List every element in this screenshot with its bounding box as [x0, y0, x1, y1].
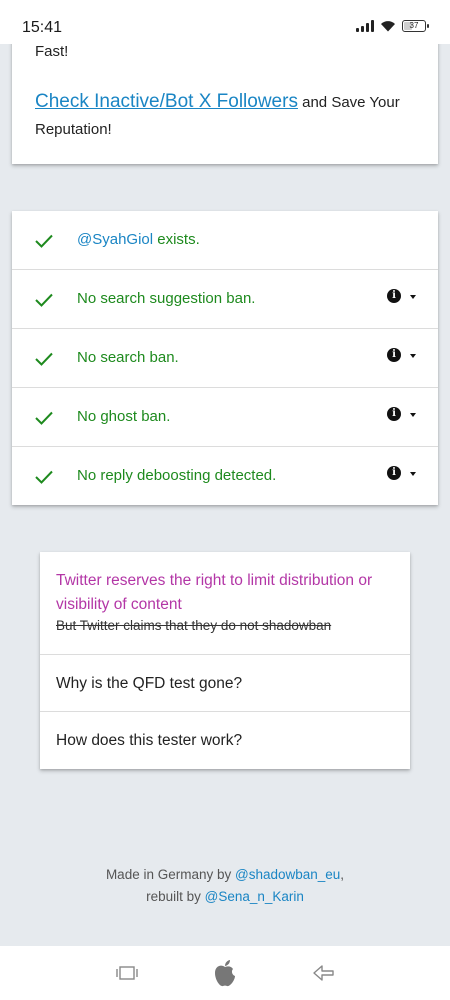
result-exists-suffix: exists. — [153, 231, 200, 248]
check-icon — [35, 293, 53, 307]
recents-icon — [116, 966, 138, 980]
status-icons: 37 — [356, 20, 429, 32]
caret-down-icon[interactable] — [410, 295, 416, 299]
home-apple-icon — [215, 960, 235, 987]
check-icon — [35, 411, 53, 425]
back-icon — [313, 965, 334, 981]
info-icon[interactable]: i — [387, 407, 401, 421]
caret-down-icon[interactable] — [410, 354, 416, 358]
footer-made-line: Made in Germany by @shadowban_eu, — [0, 864, 450, 886]
sena-link[interactable]: @Sena_n_Karin — [205, 889, 304, 904]
shadowban-eu-link[interactable]: @shadowban_eu — [235, 867, 340, 882]
home-button[interactable] — [208, 958, 242, 988]
result-row-reply-deboosting[interactable]: No reply deboosting detected. i — [12, 447, 438, 506]
status-time: 15:41 — [22, 19, 63, 36]
result-row-exists: @SyahGiol exists. — [12, 211, 438, 270]
info-icon[interactable]: i — [387, 289, 401, 303]
result-row-search[interactable]: No search ban. i — [12, 329, 438, 388]
footer-made-prefix: Made in Germany by — [105, 867, 235, 882]
footer: Made in Germany by @shadowban_eu, rebuil… — [0, 864, 450, 908]
result-row-ghost[interactable]: No ghost ban. i — [12, 388, 438, 447]
status-bar: 15:41 37 — [0, 0, 450, 44]
results-card: @SyahGiol exists. No search suggestion b… — [12, 211, 438, 505]
faq-strike-text: But Twitter claims that they do not shad… — [56, 618, 332, 633]
result-label: No ghost ban. — [77, 408, 171, 425]
faq-item-distribution[interactable]: Twitter reserves the right to limit dist… — [40, 552, 410, 655]
result-label: No search ban. — [77, 349, 179, 366]
promo-text: Check Inactive/Bot X Followers and Save … — [35, 88, 415, 143]
caret-down-icon[interactable] — [410, 413, 416, 417]
promo-card: Fast! Check Inactive/Bot X Followers and… — [12, 30, 438, 164]
faq-question: How does this tester work? — [56, 732, 243, 749]
wifi-icon — [381, 21, 395, 32]
signal-icon — [356, 20, 374, 32]
faq-card: Twitter reserves the right to limit dist… — [40, 552, 410, 769]
check-followers-link[interactable]: Check Inactive/Bot X Followers — [35, 91, 298, 112]
navigation-bar — [0, 946, 450, 1000]
back-button[interactable] — [308, 958, 338, 988]
info-icon[interactable]: i — [387, 348, 401, 362]
footer-rebuilt-line: rebuilt by @Sena_n_Karin — [0, 886, 450, 908]
battery-icon: 37 — [402, 20, 429, 32]
battery-level: 37 — [409, 21, 419, 30]
info-icon[interactable]: i — [387, 466, 401, 480]
faq-title: Twitter reserves the right to limit dist… — [56, 572, 373, 613]
footer-rebuilt-prefix: rebuilt by — [146, 889, 205, 904]
check-icon — [35, 352, 53, 366]
result-label: No reply deboosting detected. — [77, 467, 277, 484]
faq-item-qfd[interactable]: Why is the QFD test gone? — [40, 655, 410, 712]
result-row-search-suggestion[interactable]: No search suggestion ban. i — [12, 270, 438, 329]
faq-item-how-it-works[interactable]: How does this tester work? — [40, 712, 410, 769]
check-icon — [35, 470, 53, 484]
caret-down-icon[interactable] — [410, 472, 416, 476]
result-label: No search suggestion ban. — [77, 290, 256, 307]
check-icon — [35, 234, 53, 248]
result-exists-text: @SyahGiol exists. — [77, 231, 200, 248]
footer-comma: , — [340, 867, 345, 882]
promo-partial-text: Fast! — [35, 43, 69, 60]
faq-question: Why is the QFD test gone? — [56, 675, 243, 692]
result-handle[interactable]: @SyahGiol — [77, 231, 153, 248]
recents-button[interactable] — [112, 958, 142, 988]
